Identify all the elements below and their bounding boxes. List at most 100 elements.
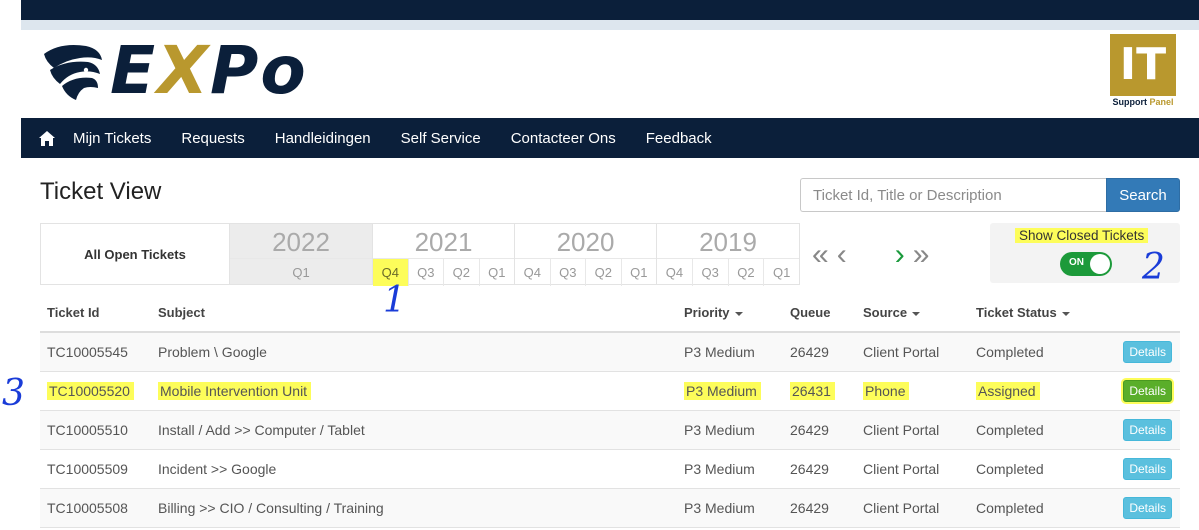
top-bar xyxy=(21,0,1199,20)
show-closed-toggle[interactable]: ON xyxy=(1060,252,1112,276)
last-page-icon[interactable]: » xyxy=(913,240,930,270)
it-support-panel-badge: IT Support Panel xyxy=(1110,34,1176,110)
cell-ticket-id: TC10005508 xyxy=(40,488,151,528)
cell-priority: P3 Medium xyxy=(677,449,783,489)
first-page-icon[interactable]: « xyxy=(812,240,829,270)
cell-ticket-id: TC10005545 xyxy=(40,332,151,372)
quarter-2020-q2[interactable]: Q2 xyxy=(586,259,622,286)
cell-actions: Details xyxy=(1110,488,1180,528)
table-row[interactable]: TC10005508 Billing >> CIO / Consulting /… xyxy=(40,488,1180,528)
nav-handleidingen[interactable]: Handleidingen xyxy=(275,130,371,147)
logo-letters-po: Po xyxy=(209,32,308,109)
cell-actions: Details xyxy=(1110,332,1180,372)
quarter-2021-q2[interactable]: Q2 xyxy=(444,259,480,286)
col-subject: Subject xyxy=(151,294,677,333)
nav-mijn-tickets[interactable]: Mijn Tickets xyxy=(73,130,151,147)
cell-actions: Details xyxy=(1110,371,1180,411)
cell-ticket-id: TC10005509 xyxy=(40,449,151,489)
search-input[interactable] xyxy=(800,178,1106,212)
cell-subject: Problem \ Google xyxy=(151,332,677,372)
cell-queue: 26429 xyxy=(783,449,856,489)
cell-queue-text: 26431 xyxy=(790,381,835,400)
cell-status-text: Assigned xyxy=(976,381,1040,400)
year-2020[interactable]: 2020 Q4 Q3 Q2 Q1 xyxy=(515,224,657,286)
quarter-row: Q4 Q3 Q2 Q1 xyxy=(657,258,799,286)
cell-source: Client Portal xyxy=(856,449,969,489)
cell-status: Completed xyxy=(969,449,1110,489)
table-row[interactable]: TC10005509 Incident >> Google P3 Medium … xyxy=(40,449,1180,489)
year-pager: « ‹ › » xyxy=(812,238,962,272)
cell-queue: 26429 xyxy=(783,488,856,528)
cell-source: Client Portal xyxy=(856,488,969,528)
it-badge-title: IT xyxy=(1110,34,1176,96)
year-2022[interactable]: 2022 Q1 xyxy=(230,224,373,284)
cell-source-text: Phone xyxy=(863,381,910,400)
table-row[interactable]: TC10005545 Problem \ Google P3 Medium 26… xyxy=(40,332,1180,372)
col-priority[interactable]: Priority xyxy=(677,294,783,333)
quarter-2021-q3[interactable]: Q3 xyxy=(409,259,444,286)
prev-page-icon[interactable]: ‹ xyxy=(837,240,847,270)
year-label[interactable]: 2021 xyxy=(373,224,514,258)
col-source[interactable]: Source xyxy=(856,294,969,333)
quarter-row: Q1 xyxy=(230,258,372,286)
col-ticket-status[interactable]: Ticket Status xyxy=(969,294,1110,333)
quarter-2019-q2[interactable]: Q2 xyxy=(729,259,765,286)
sort-caret-icon xyxy=(734,311,743,316)
quarter-row: Q4 Q3 Q2 Q1 xyxy=(515,258,656,286)
cell-ticket-id-text: TC10005520 xyxy=(47,381,134,400)
quarter-2020-q4[interactable]: Q4 xyxy=(515,259,551,286)
year-2019[interactable]: 2019 Q4 Q3 Q2 Q1 xyxy=(657,224,799,286)
quarter-2020-q1[interactable]: Q1 xyxy=(622,259,657,286)
nav-contacteer-ons[interactable]: Contacteer Ons xyxy=(511,130,616,147)
nav-requests[interactable]: Requests xyxy=(181,130,244,147)
cell-status: Completed xyxy=(969,410,1110,450)
details-button[interactable]: Details xyxy=(1123,340,1172,363)
search-button[interactable]: Search xyxy=(1106,178,1180,212)
cell-subject: Mobile Intervention Unit xyxy=(151,371,677,411)
details-button[interactable]: Details xyxy=(1123,418,1172,441)
toggle-state-text: ON xyxy=(1069,257,1084,268)
nav-home[interactable] xyxy=(21,118,73,158)
quarter-2019-q4[interactable]: Q4 xyxy=(657,259,693,286)
main-navbar: Mijn Tickets Requests Handleidingen Self… xyxy=(21,118,1199,158)
year-2021[interactable]: 2021 Q4 Q3 Q2 Q1 xyxy=(373,224,515,286)
table-header-row: Ticket Id Subject Priority Queue Source … xyxy=(40,294,1180,333)
cell-source: Phone xyxy=(856,371,969,411)
table-row[interactable]: TC10005520 Mobile Intervention Unit P3 M… xyxy=(40,371,1180,411)
cell-subject: Incident >> Google xyxy=(151,449,677,489)
quarter-2022-q1[interactable]: Q1 xyxy=(230,259,372,286)
logo-letter-x: X xyxy=(157,32,210,109)
details-button[interactable]: Details xyxy=(1123,496,1172,519)
quarter-2021-q1[interactable]: Q1 xyxy=(480,259,515,286)
all-open-tickets-button[interactable]: All Open Tickets xyxy=(41,224,230,284)
col-actions xyxy=(1110,294,1180,333)
quarter-2020-q3[interactable]: Q3 xyxy=(551,259,586,286)
next-page-icon[interactable]: › xyxy=(895,240,905,270)
cell-queue: 26429 xyxy=(783,410,856,450)
year-label[interactable]: 2020 xyxy=(515,224,656,258)
nav-feedback[interactable]: Feedback xyxy=(646,130,712,147)
cell-queue: 26431 xyxy=(783,371,856,411)
quarter-2019-q1[interactable]: Q1 xyxy=(764,259,799,286)
expo-logo[interactable]: EXPo xyxy=(40,38,308,104)
cell-priority: P3 Medium xyxy=(677,371,783,411)
details-button[interactable]: Details xyxy=(1123,379,1172,402)
cell-ticket-id: TC10005510 xyxy=(40,410,151,450)
nav-self-service[interactable]: Self Service xyxy=(401,130,481,147)
cell-source: Client Portal xyxy=(856,410,969,450)
it-badge-sub-support: Support xyxy=(1112,97,1150,107)
cell-subject: Install / Add >> Computer / Tablet xyxy=(151,410,677,450)
details-button[interactable]: Details xyxy=(1123,457,1172,480)
quarter-2019-q3[interactable]: Q3 xyxy=(693,259,729,286)
logo-letter-e: E xyxy=(110,32,158,109)
year-label[interactable]: 2022 xyxy=(230,224,372,258)
col-status-label: Ticket Status xyxy=(976,305,1057,320)
cell-actions: Details xyxy=(1110,410,1180,450)
table-row[interactable]: TC10005510 Install / Add >> Computer / T… xyxy=(40,410,1180,450)
it-badge-subtitle: Support Panel xyxy=(1110,97,1176,107)
year-label[interactable]: 2019 xyxy=(657,224,799,258)
it-badge-sub-panel: Panel xyxy=(1149,97,1174,107)
toggle-knob xyxy=(1090,254,1110,274)
eagle-icon xyxy=(44,45,102,100)
cell-actions: Details xyxy=(1110,449,1180,489)
